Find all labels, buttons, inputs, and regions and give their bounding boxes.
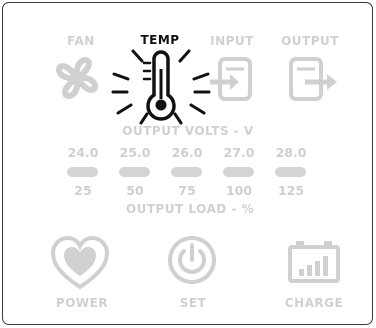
fan-label: FAN (67, 34, 95, 48)
load-value-2: 50 (126, 183, 144, 198)
output-volts-title: OUTPUT VOLTS - V (122, 124, 254, 138)
level-indicator-4 (223, 167, 254, 177)
thermometer-icon (111, 49, 211, 125)
heart-icon[interactable] (50, 235, 110, 291)
volt-value-2: 25.0 (119, 145, 151, 160)
input-icon (210, 57, 252, 101)
load-value-4: 100 (225, 183, 253, 198)
level-indicator-3 (171, 167, 202, 177)
load-value-5: 125 (277, 183, 305, 198)
power-label: POWER (55, 296, 109, 310)
load-value-3: 75 (178, 183, 196, 198)
volt-value-3: 26.0 (171, 145, 203, 160)
level-indicator-1 (67, 167, 98, 177)
charge-label: CHARGE (284, 296, 344, 310)
output-load-title: OUTPUT LOAD - % (125, 202, 255, 216)
status-panel: FAN TEMP INPUT OUTPUT OUTPUT VOLTS - V 2… (2, 2, 373, 325)
level-indicator-5 (275, 167, 306, 177)
output-label: OUTPUT (281, 34, 339, 48)
level-indicator-2 (119, 167, 150, 177)
set-label: SET (179, 296, 207, 310)
fan-icon (56, 57, 98, 99)
load-value-1: 25 (74, 183, 92, 198)
power-icon[interactable] (167, 235, 217, 285)
output-icon (289, 57, 337, 101)
volt-value-4: 27.0 (223, 145, 255, 160)
battery-icon[interactable] (286, 239, 342, 285)
volt-value-1: 24.0 (67, 145, 99, 160)
volt-value-5: 28.0 (275, 145, 307, 160)
input-label: INPUT (210, 34, 254, 48)
